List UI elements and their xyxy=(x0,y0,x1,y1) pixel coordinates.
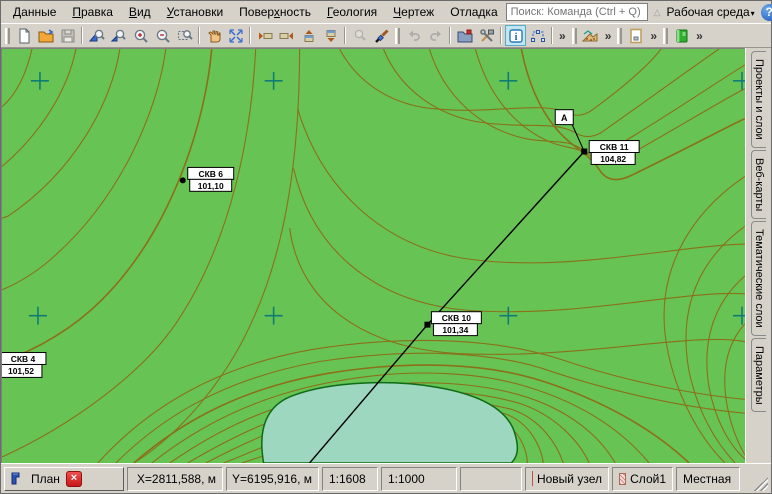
find-icon[interactable] xyxy=(349,25,370,46)
polyline-nodes-icon[interactable] xyxy=(527,25,548,46)
pan-icon[interactable] xyxy=(203,25,224,46)
undo-icon[interactable] xyxy=(403,25,424,46)
redo-icon[interactable] xyxy=(425,25,446,46)
map-canvas[interactable]: А СКВ 6 101,10 СКВ 11 104,82 xyxy=(1,48,745,463)
point-a-label[interactable]: А xyxy=(555,110,573,125)
toolbar-grip[interactable] xyxy=(663,28,668,44)
plan-view-tab[interactable]: План × xyxy=(4,467,124,491)
toolbar-separator xyxy=(551,27,553,44)
repaint-brush-icon[interactable] xyxy=(371,25,392,46)
svg-text:i: i xyxy=(514,32,517,43)
save-all-icon[interactable] xyxy=(57,25,78,46)
toolbar-overflow-button[interactable]: » xyxy=(602,29,615,43)
toolbar-overflow-button[interactable]: » xyxy=(647,29,660,43)
new-document-icon[interactable] xyxy=(13,25,34,46)
command-search-input[interactable] xyxy=(506,3,648,21)
toolbar-separator xyxy=(249,27,251,44)
layer-field[interactable]: Слой1 xyxy=(612,467,673,491)
tab-parameters[interactable]: Параметры xyxy=(751,338,766,413)
borehole-4-label[interactable]: СКВ 4 101,52 xyxy=(2,353,46,378)
menu-drawing[interactable]: Чертеж xyxy=(385,3,442,21)
svg-text:101,34: 101,34 xyxy=(442,325,468,335)
help-icon[interactable]: ? xyxy=(761,4,772,21)
scroll-up-icon[interactable] xyxy=(298,25,319,46)
application-window: Данные Правка Вид Установки Поверхность … xyxy=(0,0,772,494)
menu-geology[interactable]: Геология xyxy=(319,3,385,21)
tab-web-maps[interactable]: Веб-карты xyxy=(751,150,766,219)
toolbar-grip[interactable] xyxy=(395,28,400,44)
svg-text:101,52: 101,52 xyxy=(8,366,34,376)
y-coordinate-field: Y=6195,916, м xyxy=(226,467,319,491)
workspace-menu[interactable]: Рабочая среда▾ xyxy=(667,5,755,19)
tools-icon[interactable] xyxy=(476,25,497,46)
resize-grip[interactable] xyxy=(754,477,768,491)
menu-debug[interactable]: Отладка xyxy=(442,3,505,21)
scroll-left-icon[interactable] xyxy=(254,25,275,46)
scroll-right-icon[interactable] xyxy=(276,25,297,46)
svg-text:СКВ 6: СКВ 6 xyxy=(198,169,223,179)
menu-settings[interactable]: Установки xyxy=(159,3,232,21)
coordinate-system-field[interactable]: Местная xyxy=(676,467,740,491)
toolbar-separator xyxy=(81,27,83,44)
topographic-map[interactable]: А СКВ 6 101,10 СКВ 11 104,82 xyxy=(2,49,745,463)
project-folder-icon[interactable] xyxy=(454,25,475,46)
zoom-in-icon[interactable] xyxy=(130,25,151,46)
zoom-initial-icon[interactable] xyxy=(86,25,107,46)
borehole-10-point[interactable] xyxy=(424,322,430,328)
svg-text:СКВ 10: СКВ 10 xyxy=(442,313,472,323)
toolbar-separator xyxy=(344,27,346,44)
borehole-6-label[interactable]: СКВ 6 101,10 xyxy=(188,167,234,191)
toolbar-separator xyxy=(198,27,200,44)
mode-field[interactable]: Новый узел xyxy=(525,467,609,491)
tab-thematic-layers[interactable]: Тематические слои xyxy=(751,221,766,336)
svg-text:104,82: 104,82 xyxy=(600,154,626,164)
main-toolbar: i » » » » xyxy=(1,23,771,48)
x-coordinate-field: X=2811,588, м xyxy=(127,467,223,491)
surface-editor-icon[interactable] xyxy=(580,25,601,46)
toolbar-separator xyxy=(500,27,502,44)
svg-text:СКВ 4: СКВ 4 xyxy=(11,354,36,364)
toolbar-separator xyxy=(449,27,451,44)
empty-status-field xyxy=(460,467,522,491)
borehole-11-label[interactable]: СКВ 11 104,82 xyxy=(589,141,639,165)
help-book-icon[interactable] xyxy=(671,25,692,46)
plan-tab-label: План xyxy=(31,472,60,486)
right-panel-tabs: Проекты и слои Веб-карты Тематические сл… xyxy=(745,48,771,463)
menu-data[interactable]: Данные xyxy=(5,3,64,21)
menu-bar: Данные Правка Вид Установки Поверхность … xyxy=(1,1,771,23)
set-scale-field[interactable]: 1:1000 xyxy=(381,467,457,491)
menu-edit[interactable]: Правка xyxy=(64,3,121,21)
borehole-6-point[interactable] xyxy=(180,177,186,183)
scroll-down-icon[interactable] xyxy=(320,25,341,46)
toolbar-grip[interactable] xyxy=(5,28,10,44)
menu-view[interactable]: Вид xyxy=(121,3,159,21)
layer-swatch-icon xyxy=(619,473,626,485)
status-bar: План × X=2811,588, м Y=6195,916, м 1:160… xyxy=(1,463,771,493)
menu-surface[interactable]: Поверхность xyxy=(231,3,319,21)
svg-text:А: А xyxy=(561,113,568,123)
fit-extents-icon[interactable] xyxy=(225,25,246,46)
zoom-previous-icon[interactable] xyxy=(108,25,129,46)
toolbar-overflow-button[interactable]: » xyxy=(693,29,706,43)
borehole-11-point[interactable] xyxy=(581,149,587,155)
plan-icon xyxy=(10,471,25,486)
zoom-window-icon[interactable] xyxy=(174,25,195,46)
toolbar-grip[interactable] xyxy=(617,28,622,44)
tab-projects-and-layers[interactable]: Проекты и слои xyxy=(751,51,766,148)
close-icon[interactable]: × xyxy=(66,471,82,487)
drawing-sheet-icon[interactable] xyxy=(625,25,646,46)
info-icon[interactable]: i xyxy=(505,25,526,46)
borehole-10-label[interactable]: СКВ 10 101,34 xyxy=(431,312,481,336)
toolbar-overflow-button[interactable]: » xyxy=(556,29,569,43)
chevron-down-icon: ▾ xyxy=(751,9,755,18)
toolbar-grip[interactable] xyxy=(572,28,577,44)
zoom-out-icon[interactable] xyxy=(152,25,173,46)
expand-triangle-icon[interactable]: △ xyxy=(654,7,661,18)
svg-text:101,10: 101,10 xyxy=(198,181,224,191)
new-node-icon xyxy=(532,471,533,486)
svg-text:СКВ 11: СКВ 11 xyxy=(600,142,629,152)
open-project-icon[interactable] xyxy=(35,25,56,46)
current-scale-field: 1:1608 xyxy=(322,467,378,491)
